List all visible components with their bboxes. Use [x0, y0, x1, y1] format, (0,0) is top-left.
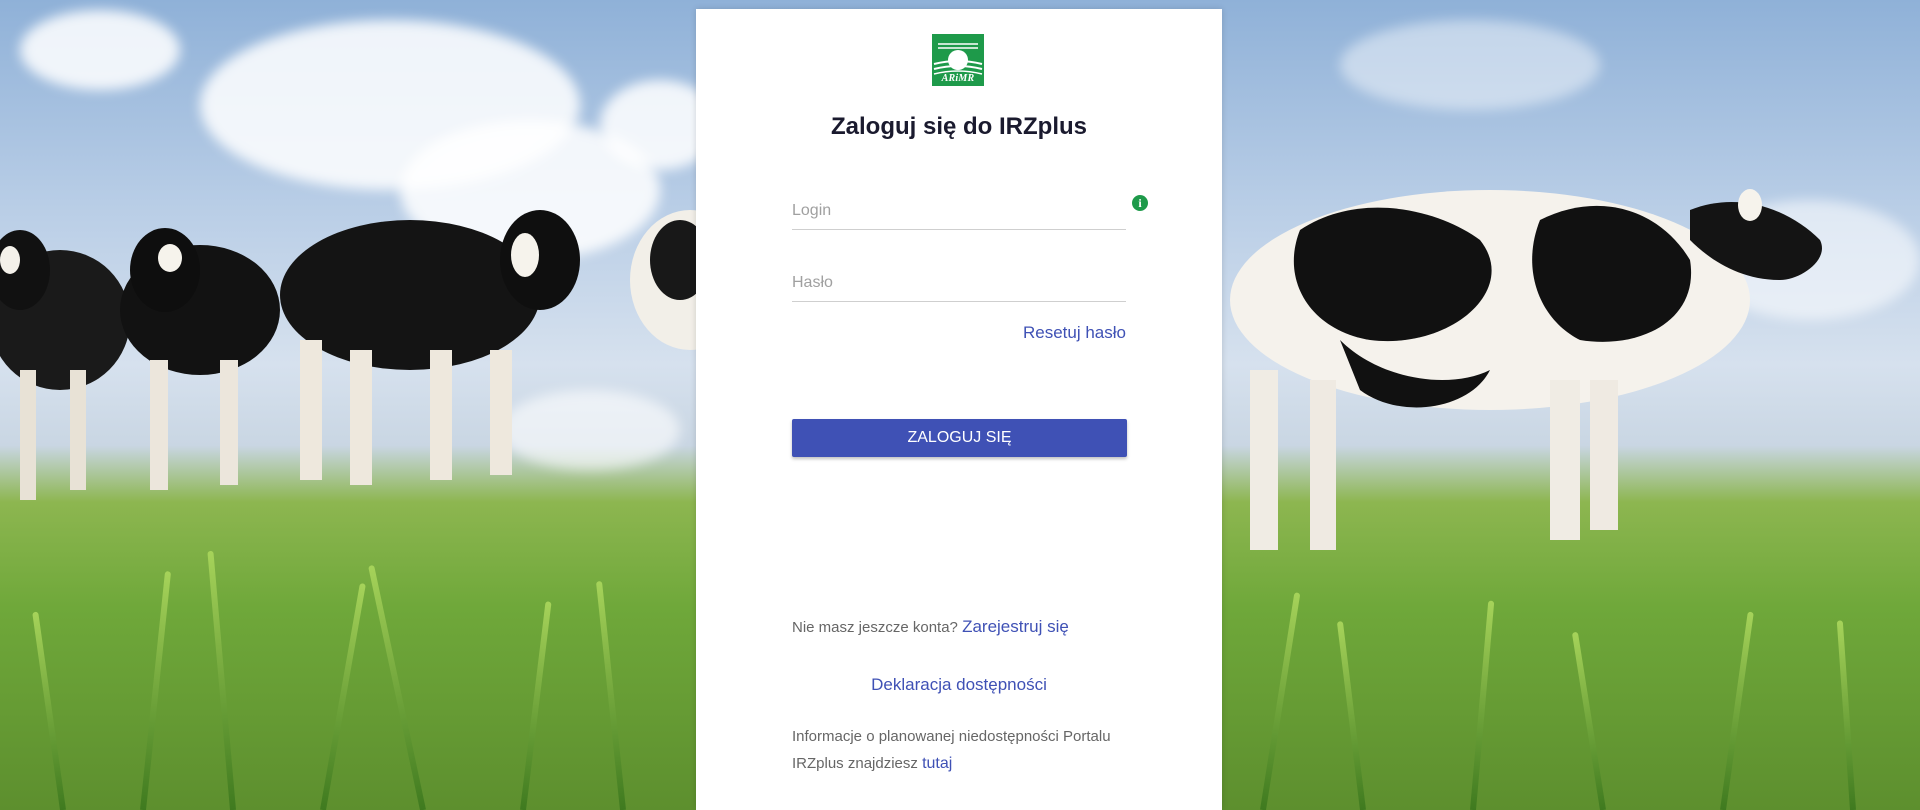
accessibility-declaration-link[interactable]: Deklaracja dostępności	[696, 675, 1222, 695]
login-input[interactable]	[792, 197, 1126, 225]
info-icon[interactable]: i	[1132, 195, 1148, 211]
password-input[interactable]	[792, 269, 1126, 297]
password-field	[792, 269, 1126, 302]
arimr-logo: ARiMR	[932, 34, 984, 86]
login-card: ARiMR Zaloguj się do IRZplus i Resetuj h…	[696, 9, 1222, 810]
cloud	[20, 10, 180, 90]
maintenance-info: Informacje o planowanej niedostępności P…	[792, 723, 1132, 777]
page-title: Zaloguj się do IRZplus	[830, 113, 1087, 140]
cow-right-illustration	[1230, 189, 1822, 550]
grass	[520, 601, 552, 810]
grass	[32, 611, 66, 810]
cows-left-illustration	[0, 210, 700, 500]
grass	[1571, 631, 1606, 810]
login-button[interactable]: ZALOGUJ SIĘ	[792, 419, 1127, 457]
grass	[1470, 600, 1495, 810]
register-row: Nie masz jeszcze konta? Zarejestruj się	[792, 617, 1069, 637]
cloud	[1340, 20, 1600, 110]
grass	[140, 571, 172, 810]
logo-text: ARiMR	[941, 73, 975, 84]
grass	[1720, 611, 1754, 810]
login-field	[792, 197, 1126, 230]
grass	[595, 580, 626, 810]
grass	[368, 564, 426, 810]
register-link[interactable]: Zarejestruj się	[962, 617, 1069, 636]
reset-password-link[interactable]: Resetuj hasło	[1023, 323, 1126, 343]
grass	[1336, 621, 1366, 810]
grass	[1836, 620, 1856, 810]
grass	[320, 582, 366, 810]
grass	[1260, 592, 1301, 810]
maintenance-info-link[interactable]: tutaj	[922, 755, 952, 772]
register-prompt: Nie masz jeszcze konta?	[792, 619, 958, 636]
